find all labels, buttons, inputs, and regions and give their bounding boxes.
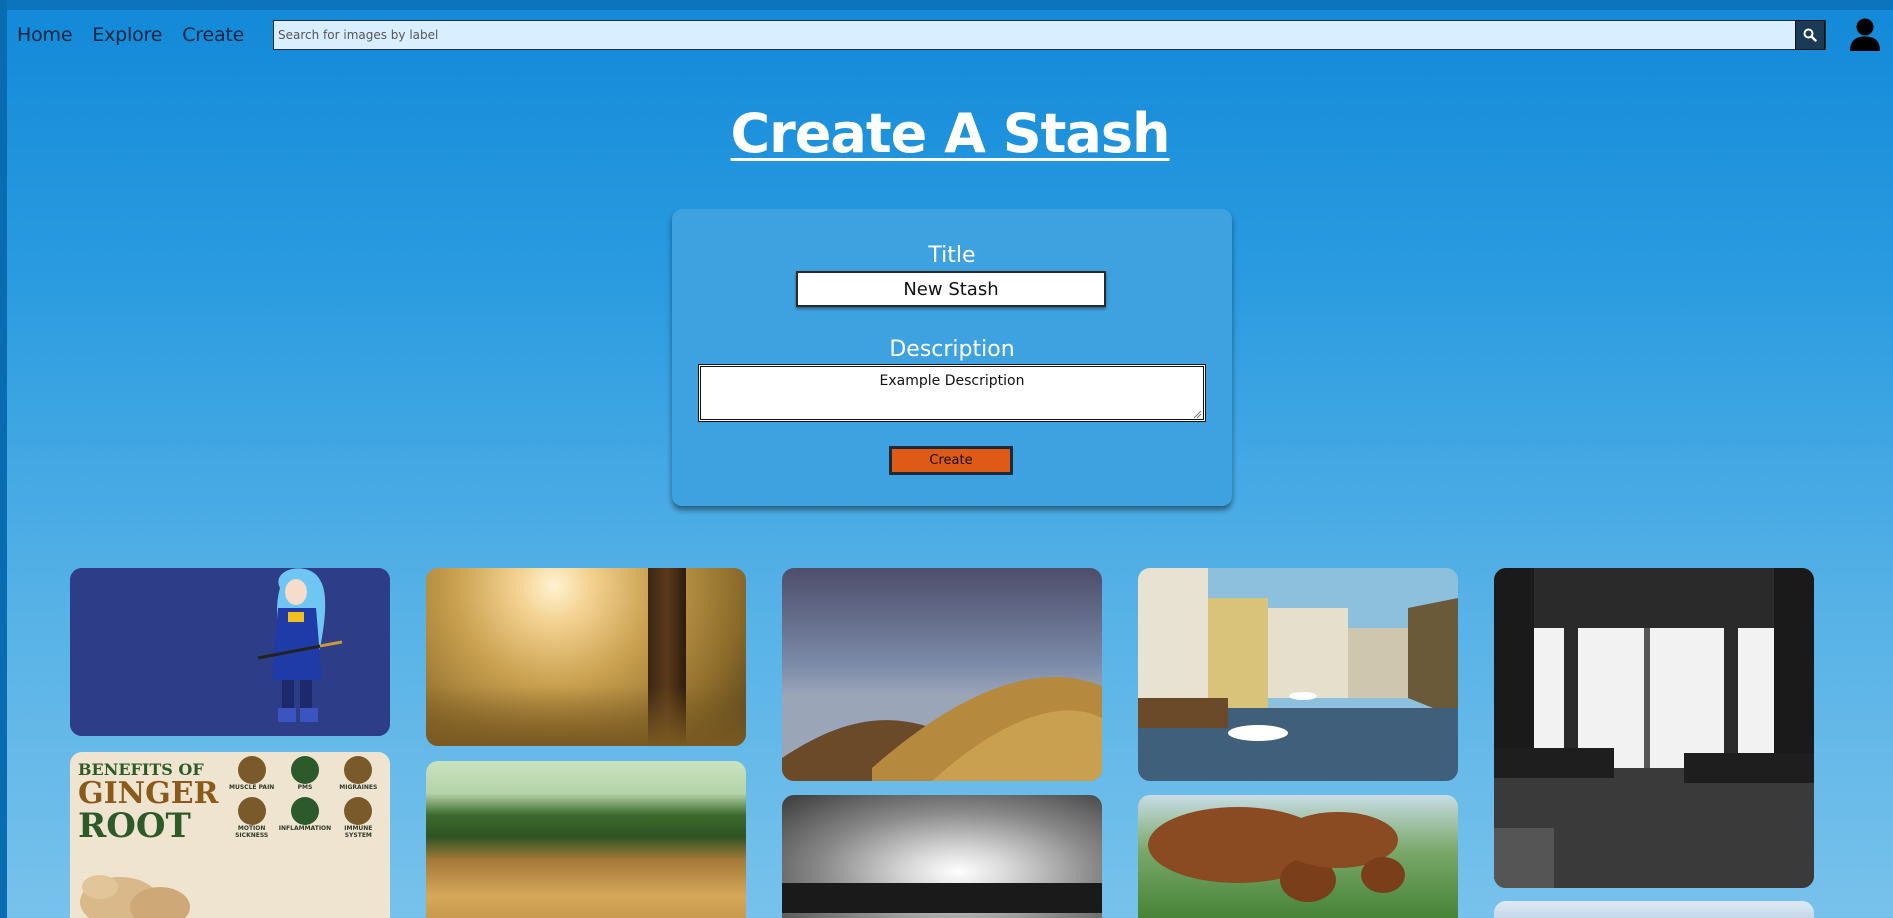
search-button[interactable] <box>1795 20 1825 50</box>
page-title: Create A Stash <box>730 102 1171 165</box>
nav-home-link[interactable]: Home <box>17 24 73 46</box>
search-bar <box>273 20 1826 50</box>
gallery-image-sky-partial[interactable] <box>1494 901 1814 918</box>
gallery-image-anime-character[interactable] <box>70 568 390 736</box>
top-bar <box>0 0 1893 10</box>
poster-item: INFLAMMATION <box>278 797 331 839</box>
description-field[interactable]: Example Description <box>698 364 1206 422</box>
anime-character-art <box>70 568 390 736</box>
dogs-scene <box>1148 807 1405 902</box>
gallery-image-bw-sky[interactable] <box>782 795 1102 918</box>
grass-layer <box>426 686 746 746</box>
title-label: Title <box>928 243 976 268</box>
description-label: Description <box>889 337 1015 362</box>
poster-heading-2: GINGER <box>78 776 219 811</box>
canal-town-scene <box>1138 568 1458 781</box>
poster-item: MIGRAINES <box>332 756 385 791</box>
search-input[interactable] <box>274 21 1796 49</box>
ginger-root-image <box>80 875 190 918</box>
poster-heading-3: ROOT <box>78 806 191 846</box>
cafe-interior-scene <box>1494 568 1814 888</box>
gallery-image-canal-town[interactable] <box>1138 568 1458 781</box>
poster-item: MUSCLE PAIN <box>225 756 278 791</box>
search-icon <box>1803 28 1817 42</box>
resize-grip-icon[interactable] <box>1192 409 1202 419</box>
nav-create-link[interactable]: Create <box>182 24 244 46</box>
gallery-image-bw-cafe[interactable] <box>1494 568 1814 888</box>
title-field[interactable] <box>796 271 1106 307</box>
create-stash-form: Title Description Example Description Cr… <box>672 209 1232 506</box>
user-icon <box>1850 18 1880 51</box>
gallery-image-ginger-poster[interactable]: BENEFITS OF GINGER ROOT MUSCLE PAIN PMS … <box>70 752 390 918</box>
main-nav: Home Explore Create <box>17 24 244 46</box>
poster-item: IMMUNE SYSTEM <box>332 797 385 839</box>
poster-item: MOTION SICKNESS <box>225 797 278 839</box>
gallery-image-dogs-grass[interactable] <box>1138 795 1458 918</box>
hills-landscape <box>782 676 1102 781</box>
account-button[interactable] <box>1849 18 1881 52</box>
horizon-treeline <box>782 883 1102 913</box>
poster-item: PMS <box>278 756 331 791</box>
gallery-image-sunlit-field[interactable] <box>426 568 746 746</box>
gallery-image-wheat-grass[interactable] <box>426 761 746 918</box>
create-button[interactable]: Create <box>889 446 1013 475</box>
nav-explore-link[interactable]: Explore <box>92 24 162 46</box>
gallery-image-hills[interactable] <box>782 568 1102 781</box>
